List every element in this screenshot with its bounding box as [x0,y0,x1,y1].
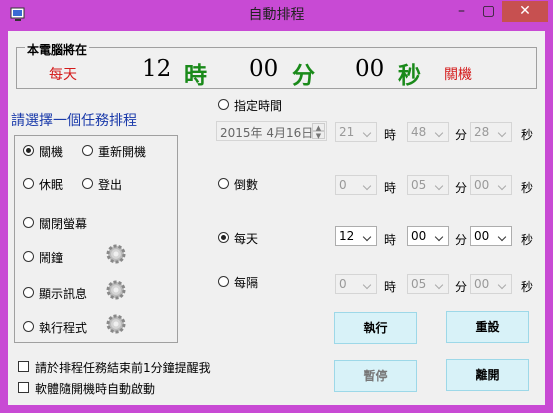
status-action: 關機 [444,67,472,83]
alarm-settings-gear-icon[interactable] [104,242,128,266]
specific-second-select[interactable]: 28 [470,122,512,142]
alarm-radio[interactable] [23,251,34,262]
exit-button[interactable]: 離開 [446,359,529,391]
specific-hour-unit: 時 [384,128,397,142]
restart-label: 重新開機 [98,145,147,159]
daily-second-select[interactable]: 00 [470,226,512,246]
chevron-down-icon [498,278,508,290]
date-down-icon[interactable]: ▼ [312,131,325,140]
logout-label: 登出 [98,178,123,192]
status-legend: 本電腦將在 [25,41,90,58]
date-spinner[interactable]: ▲ ▼ [312,123,325,140]
countdown-radio[interactable] [218,178,229,189]
title-bar: 自動排程 – ▢ ✕ [0,0,553,31]
every-minute-select[interactable]: 05 [407,274,449,294]
countdown-second-unit: 秒 [521,181,534,195]
every-second-unit: 秒 [521,280,534,294]
every-minute-unit: 分 [455,280,468,294]
close-button[interactable]: ✕ [502,1,548,22]
status-hour: 12 [142,56,172,82]
specific-time-radio[interactable] [218,99,229,110]
specific-second-unit: 秒 [521,128,534,142]
message-label: 顯示訊息 [39,287,88,301]
sleep-label: 休眠 [39,178,64,192]
screen-off-radio[interactable] [23,217,34,228]
maximize-button[interactable]: ▢ [475,1,502,22]
shutdown-label: 關機 [39,145,64,159]
every-hour-unit: 時 [384,280,397,294]
chevron-down-icon [435,230,445,242]
date-value: 2015年 4月16日 [220,126,314,140]
status-minute: 00 [249,56,279,82]
screen-off-label: 關閉螢幕 [39,217,88,231]
run-button[interactable]: 執行 [334,312,417,344]
run-program-label: 執行程式 [39,321,88,335]
reset-button[interactable]: 重設 [446,311,529,343]
status-hour-unit: 時 [184,62,207,89]
chevron-down-icon [435,278,445,290]
client-area: 本電腦將在 每天 12 時 00 分 00 秒 關機 請選擇一個任務排程 關機 … [8,31,545,405]
status-second-unit: 秒 [398,62,421,89]
alarm-label: 鬧鐘 [39,251,64,265]
task-group [14,135,178,343]
specific-minute-select[interactable]: 48 [407,122,449,142]
chevron-down-icon [363,230,373,242]
daily-second-unit: 秒 [521,233,534,247]
countdown-label: 倒數 [234,178,259,192]
remind-label: 請於排程任務結束前1分鐘提醒我 [35,361,211,375]
specific-hour-select[interactable]: 21 [335,122,377,142]
message-settings-gear-icon[interactable] [104,278,128,302]
autostart-label: 軟體隨開機時自動啟動 [35,382,156,396]
task-heading: 請選擇一個任務排程 [11,113,137,129]
status-mode: 每天 [49,67,77,83]
chevron-down-icon [498,230,508,242]
autostart-checkbox[interactable] [18,382,29,393]
chevron-down-icon [363,278,373,290]
daily-minute-select[interactable]: 00 [407,226,449,246]
restart-radio[interactable] [82,145,93,156]
pause-button[interactable]: 暫停 [334,360,417,392]
every-hour-select[interactable]: 0 [335,274,377,294]
remind-checkbox[interactable] [18,361,29,372]
logout-radio[interactable] [82,178,93,189]
run-program-radio[interactable] [23,321,34,332]
daily-radio[interactable] [218,232,229,243]
daily-hour-unit: 時 [384,233,397,247]
run-program-settings-gear-icon[interactable] [104,312,128,336]
daily-minute-unit: 分 [455,233,468,247]
countdown-second-select[interactable]: 00 [470,175,512,195]
minimize-button[interactable]: – [448,1,475,22]
chevron-down-icon [435,179,445,191]
chevron-down-icon [363,126,373,138]
every-second-select[interactable]: 00 [470,274,512,294]
countdown-minute-unit: 分 [455,181,468,195]
message-radio[interactable] [23,287,34,298]
countdown-hour-unit: 時 [384,181,397,195]
status-minute-unit: 分 [292,62,315,89]
chevron-down-icon [498,179,508,191]
chevron-down-icon [498,126,508,138]
sleep-radio[interactable] [23,178,34,189]
countdown-minute-select[interactable]: 05 [407,175,449,195]
chevron-down-icon [363,179,373,191]
countdown-hour-select[interactable]: 0 [335,175,377,195]
date-up-icon[interactable]: ▲ [312,123,325,132]
every-label: 每隔 [234,276,259,290]
every-radio[interactable] [218,276,229,287]
status-second: 00 [355,56,385,82]
shutdown-radio[interactable] [23,145,34,156]
app-window: 自動排程 – ▢ ✕ 本電腦將在 每天 12 時 00 分 00 秒 關機 請選… [0,0,553,413]
date-picker[interactable]: 2015年 4月16日 ▲ ▼ [216,121,327,141]
chevron-down-icon [435,126,445,138]
specific-time-label: 指定時間 [234,99,283,113]
daily-label: 每天 [234,232,259,246]
daily-hour-select[interactable]: 12 [335,226,377,246]
specific-minute-unit: 分 [455,128,468,142]
